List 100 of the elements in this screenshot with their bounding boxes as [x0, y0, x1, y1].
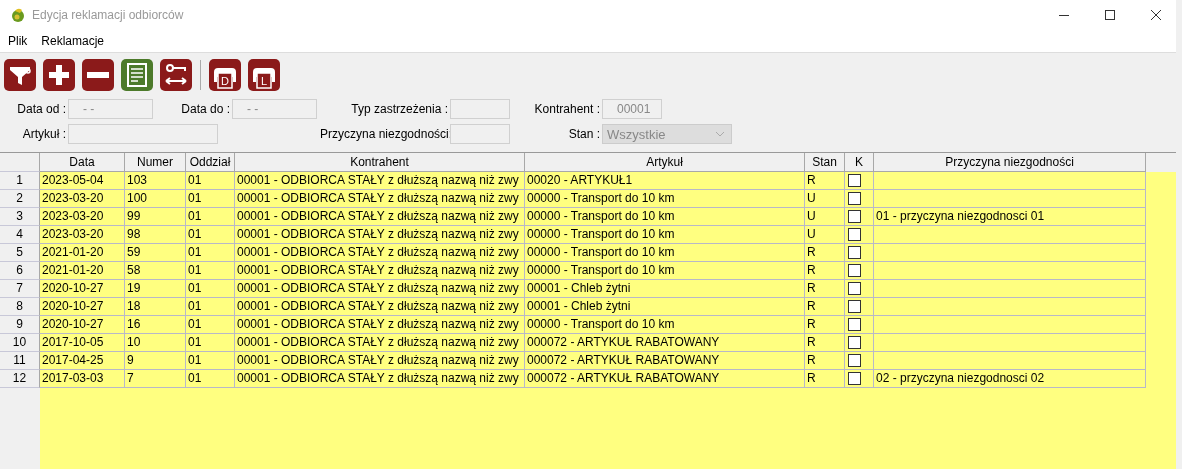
table-cell: 02 - przyczyna niezgodnosci 02: [874, 370, 1146, 388]
printer-icon[interactable]: L: [248, 59, 280, 91]
table-cell: 01: [186, 262, 235, 280]
input-field[interactable]: [68, 124, 218, 144]
table-cell: 00001 - ODBIORCA STAŁY z dłuższą nazwą niż zwy: [235, 370, 525, 388]
column-header[interactable]: Oddział: [186, 153, 235, 172]
table-cell: 01: [186, 244, 235, 262]
table-cell: 000072 - ARTYKUŁ RABATOWANY: [525, 370, 805, 388]
table-cell: 00000 - Transport do 10 km: [525, 316, 805, 334]
close-icon[interactable]: [1150, 9, 1162, 21]
table-cell: 2017-03-03: [40, 370, 125, 388]
table-cell: 01: [186, 298, 235, 316]
table-cell: U: [805, 190, 845, 208]
menu-item[interactable]: Plik: [8, 34, 28, 48]
column-header[interactable]: Numer: [125, 153, 186, 172]
row-number: 4: [0, 226, 40, 244]
table-cell: 00001 - ODBIORCA STAŁY z dłuższą nazwą niż zwy: [235, 226, 525, 244]
table-cell: 00000 - Transport do 10 km: [525, 190, 805, 208]
table-cell: 2017-10-05: [40, 334, 125, 352]
row-number: 12: [0, 370, 40, 388]
table-cell: 01: [186, 208, 235, 226]
table-cell: R: [805, 316, 845, 334]
checkbox[interactable]: [848, 174, 861, 187]
table-cell: 00001 - ODBIORCA STAŁY z dłuższą nazwą niż zwy: [235, 262, 525, 280]
table-cell: 00000 - Transport do 10 km: [525, 226, 805, 244]
table-cell: 01: [186, 190, 235, 208]
checkbox[interactable]: [848, 228, 861, 241]
checkbox[interactable]: [848, 318, 861, 331]
table-cell: 01: [186, 316, 235, 334]
table-cell: 2020-10-27: [40, 316, 125, 334]
column-header[interactable]: Przyczyna niezgodności: [874, 153, 1146, 172]
row-number: 11: [0, 352, 40, 370]
table-cell: 00000 - Transport do 10 km: [525, 208, 805, 226]
checkbox[interactable]: [848, 210, 861, 223]
input-field[interactable]: [450, 124, 510, 144]
table-cell: 19: [125, 280, 186, 298]
key-arrows-icon[interactable]: [160, 59, 192, 91]
filter-icon[interactable]: [4, 59, 36, 91]
table-cell: 00001 - Chleb żytni: [525, 280, 805, 298]
column-header[interactable]: Artykuł: [525, 153, 805, 172]
table-cell: 01: [186, 226, 235, 244]
table-cell: 16: [125, 316, 186, 334]
printer-icon[interactable]: D: [209, 59, 241, 91]
column-header[interactable]: K: [845, 153, 874, 172]
table-cell: R: [805, 280, 845, 298]
table-cell: 7: [125, 370, 186, 388]
field-label: Data do :: [180, 102, 230, 116]
table-cell: 00001 - ODBIORCA STAŁY z dłuższą nazwą niż zwy: [235, 334, 525, 352]
table-cell: 103: [125, 172, 186, 190]
input-field[interactable]: [450, 99, 510, 119]
window-title: Edycja reklamacji odbiorców: [32, 8, 184, 22]
table-cell: 2020-10-27: [40, 298, 125, 316]
table-cell: 2017-04-25: [40, 352, 125, 370]
plus-icon[interactable]: [43, 59, 75, 91]
table-cell: 99: [125, 208, 186, 226]
table-cell: 01: [186, 334, 235, 352]
table-cell: 000072 - ARTYKUŁ RABATOWANY: [525, 352, 805, 370]
table-cell: 00001 - ODBIORCA STAŁY z dłuższą nazwą niż zwy: [235, 172, 525, 190]
table-cell: 00001 - Chleb żytni: [525, 298, 805, 316]
table-cell: 2021-01-20: [40, 262, 125, 280]
table-cell: 98: [125, 226, 186, 244]
table-cell: R: [805, 262, 845, 280]
column-header[interactable]: Stan: [805, 153, 845, 172]
table-cell: 00001 - ODBIORCA STAŁY z dłuższą nazwą niż zwy: [235, 298, 525, 316]
checkbox[interactable]: [848, 246, 861, 259]
checkbox[interactable]: [848, 300, 861, 313]
column-header[interactable]: Kontrahent: [235, 153, 525, 172]
table-cell: U: [805, 208, 845, 226]
column-header[interactable]: Data: [40, 153, 125, 172]
table-cell: 00000 - Transport do 10 km: [525, 244, 805, 262]
document-icon[interactable]: [121, 59, 153, 91]
row-number: 5: [0, 244, 40, 262]
table-cell: 00001 - ODBIORCA STAŁY z dłuższą nazwą niż zwy: [235, 244, 525, 262]
table-cell: 00001 - ODBIORCA STAŁY z dłuższą nazwą niż zwy: [235, 190, 525, 208]
table-cell: R: [805, 370, 845, 388]
field-label: Przyczyna niezgodności:: [320, 127, 448, 141]
table-cell: R: [805, 334, 845, 352]
minus-icon[interactable]: [82, 59, 114, 91]
menu-item[interactable]: Reklamacje: [41, 34, 105, 48]
table-cell: 18: [125, 298, 186, 316]
field-label: Data od :: [16, 102, 66, 116]
table-cell: 2023-05-04: [40, 172, 125, 190]
table-cell: 2023-03-20: [40, 208, 125, 226]
table-cell: 000072 - ARTYKUŁ RABATOWANY: [525, 334, 805, 352]
table-cell: R: [805, 352, 845, 370]
checkbox[interactable]: [848, 336, 861, 349]
table-cell: 10: [125, 334, 186, 352]
checkbox[interactable]: [848, 192, 861, 205]
field-label: Kontrahent :: [533, 102, 600, 116]
checkbox[interactable]: [848, 264, 861, 277]
row-number: 9: [0, 316, 40, 334]
checkbox[interactable]: [848, 282, 861, 295]
table-cell: 00001 - ODBIORCA STAŁY z dłuższą nazwą niż zwy: [235, 316, 525, 334]
row-number: 6: [0, 262, 40, 280]
table-cell: 58: [125, 262, 186, 280]
checkbox[interactable]: [848, 372, 861, 385]
table-cell: R: [805, 244, 845, 262]
checkbox[interactable]: [848, 354, 861, 367]
field-label: Stan :: [567, 127, 600, 141]
maximize-icon[interactable]: [1104, 9, 1116, 21]
